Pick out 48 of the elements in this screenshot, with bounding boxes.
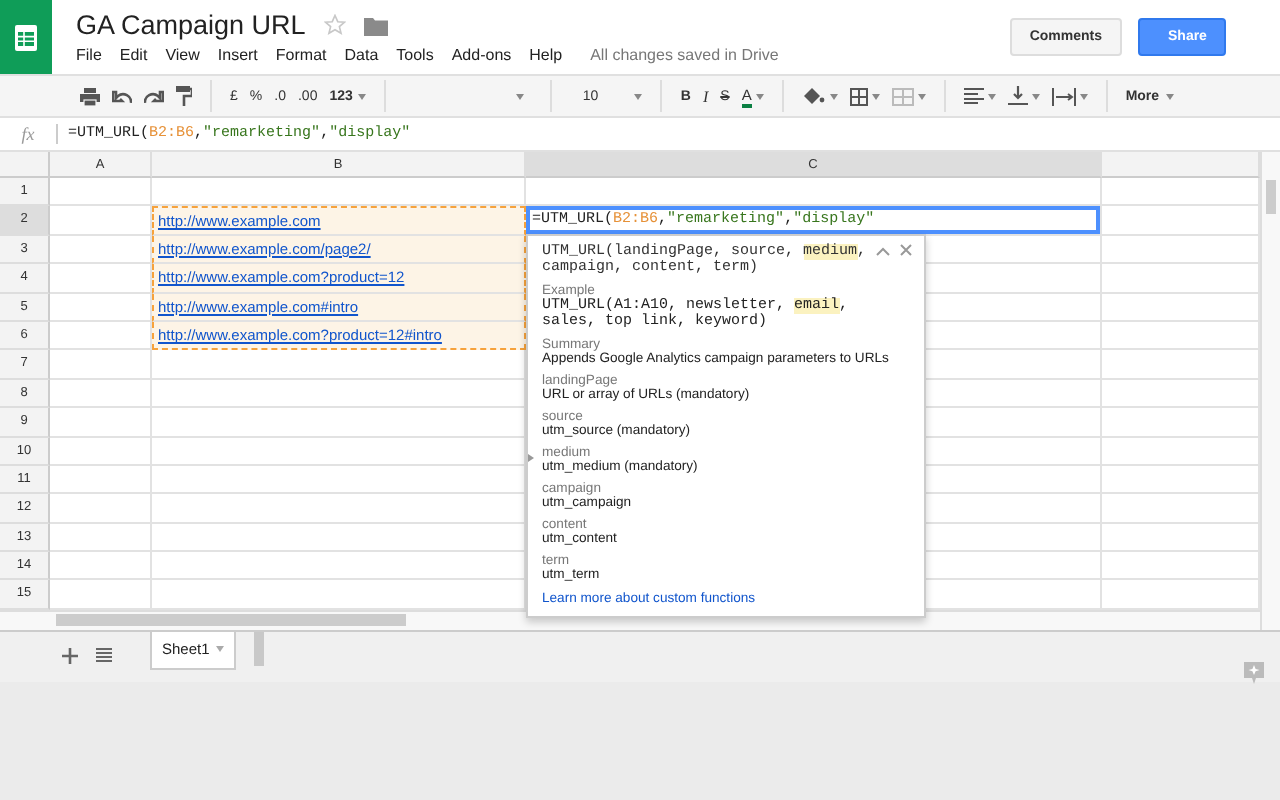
tab-bar-handle[interactable] [253,631,264,666]
caret-icon[interactable] [987,93,996,99]
menu-item[interactable]: Edit [119,46,148,64]
align-bottom-icon[interactable] [1007,86,1028,106]
star-icon[interactable] [323,14,346,36]
add-icon[interactable] [62,647,78,664]
menu-item[interactable]: Help [529,46,563,64]
align-left-icon[interactable] [963,88,984,104]
italic-button[interactable]: I [702,87,709,105]
menu-item[interactable]: Format [275,46,327,64]
undo-icon[interactable] [112,89,132,103]
caret-icon[interactable] [1031,93,1040,99]
caret-icon[interactable] [871,93,880,99]
document-title[interactable]: GA Campaign URL [76,10,306,40]
menu-item[interactable]: View [165,46,200,64]
borders-icon[interactable] [849,87,868,105]
horizontal-scrollbar[interactable] [56,613,406,626]
formula-label: fx [19,124,37,144]
menu-item[interactable]: Add-ons [451,46,512,64]
save-status: All changes saved in Drive [590,46,779,64]
select-all-corner[interactable] [0,152,50,178]
caret-icon[interactable] [829,93,838,99]
menu-item[interactable]: Tools [396,46,434,64]
caret-icon [516,93,525,99]
collapse-icon[interactable] [876,245,890,255]
paint-roller-icon[interactable] [176,86,192,106]
vertical-scrollbar[interactable] [1266,180,1276,214]
text-wrap-icon[interactable] [1051,87,1076,105]
folder-icon[interactable] [363,15,388,35]
caret-icon [215,646,224,653]
fill-color-icon[interactable] [801,86,826,106]
redo-icon[interactable] [144,89,164,103]
print-icon[interactable] [80,87,100,105]
caret-icon [358,93,367,99]
menu-item[interactable]: Insert [217,46,258,64]
caret-icon [634,93,643,99]
sheets-logo-icon[interactable] [0,0,52,74]
menu-item[interactable]: Data [344,46,379,64]
explore-icon[interactable] [1244,661,1264,684]
caret-icon[interactable] [755,93,764,99]
close-icon[interactable] [900,244,912,256]
caret-icon[interactable] [1079,93,1088,99]
caret-icon [1165,93,1174,99]
column-header[interactable] [1102,152,1260,178]
merge-cells-icon[interactable] [891,87,914,105]
caret-icon[interactable] [917,93,926,99]
menu-icon[interactable] [96,647,112,662]
menu-item[interactable]: File [76,46,102,64]
